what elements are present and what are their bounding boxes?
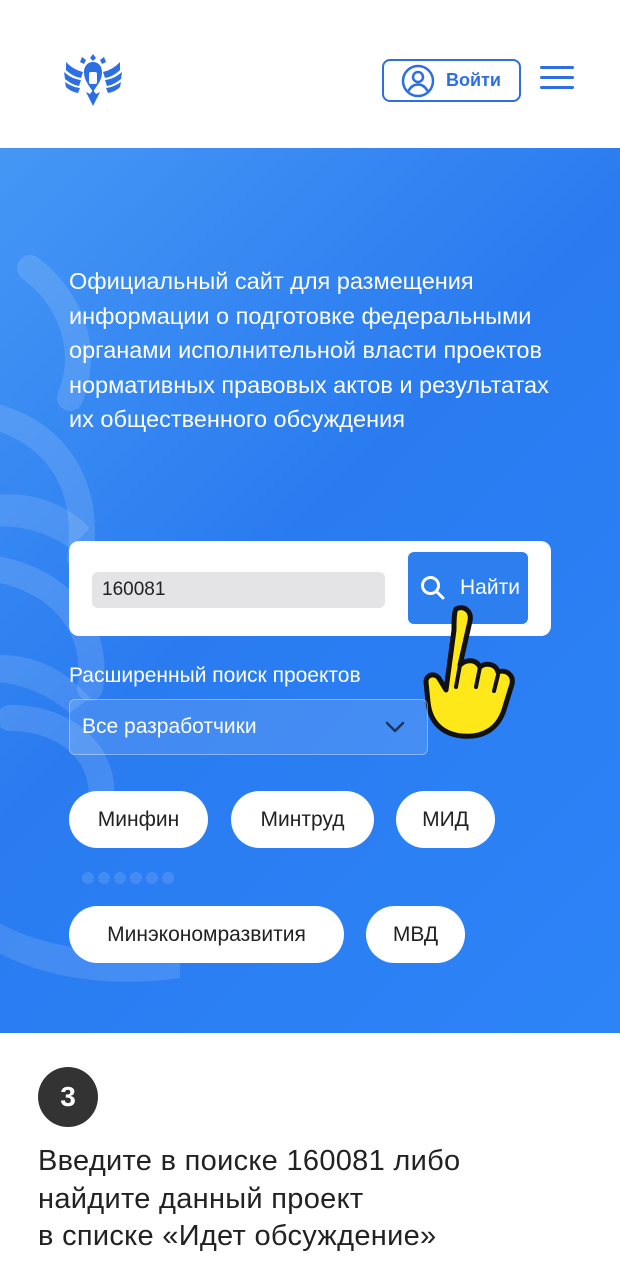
chip-mid[interactable]: МИД [396,791,495,848]
advanced-search-link[interactable]: Расширенный поиск проектов [69,664,361,688]
russian-coat-of-arms-icon[interactable] [62,48,124,110]
step-number-badge: 3 [38,1067,98,1127]
login-label: Войти [446,70,501,90]
chip-mvd[interactable]: МВД [366,906,465,963]
step-instruction: Введите в поиске 160081 либо найдите дан… [38,1145,461,1252]
search-input[interactable] [92,572,385,608]
site-header: Войти [0,0,620,148]
hamburger-menu-icon[interactable] [540,66,574,94]
site-description: Официальный сайт для размещения информац… [69,268,549,432]
chip-mintrud[interactable]: Минтруд [231,791,374,848]
user-circle-icon [401,64,435,97]
chip-minfin[interactable]: Минфин [69,791,208,848]
chevron-down-icon [385,721,405,733]
search-icon [421,576,445,600]
chip-mineconomrazvitiya[interactable]: Минэкономразвития [69,906,344,963]
search-button-label: Найти [460,576,520,599]
developer-select-value: Все разработчики [82,715,257,738]
hero-section: Официальный сайт для размещения информац… [0,148,620,1033]
login-button[interactable]: Войти [382,59,521,102]
developer-select[interactable]: Все разработчики [69,699,428,755]
